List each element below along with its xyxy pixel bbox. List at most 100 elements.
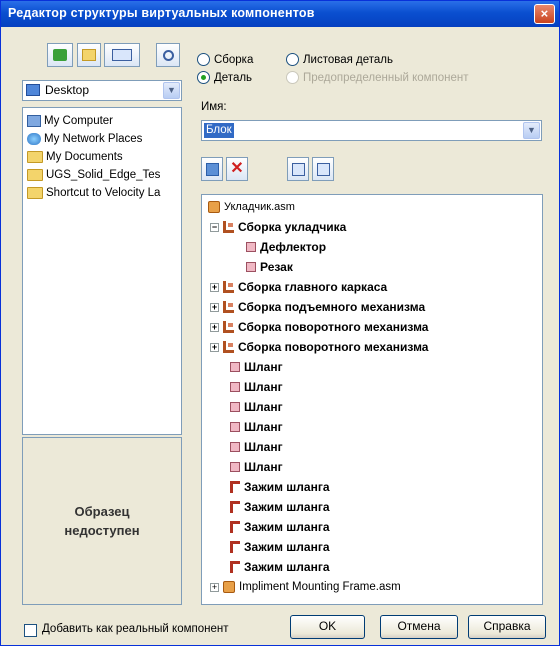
expand-icon[interactable]: + <box>210 342 219 352</box>
part-icon <box>230 422 240 432</box>
part-icon <box>230 382 240 392</box>
back-arrow-icon <box>53 49 67 61</box>
part-icon <box>230 462 240 472</box>
name-value: Блок <box>204 123 234 138</box>
part-icon <box>230 402 240 412</box>
tree-node[interactable]: + Сборка главного каркаса <box>210 277 387 297</box>
add-as-real-label: Добавить как реальный компонент <box>42 623 229 635</box>
clamp-icon <box>230 521 240 533</box>
view-menu-button[interactable] <box>104 43 140 67</box>
move-up-icon <box>291 162 305 176</box>
assembly-icon <box>223 581 235 593</box>
radio-indicator <box>197 53 210 66</box>
add-node-button[interactable] <box>201 157 223 181</box>
close-button[interactable]: × <box>534 4 555 24</box>
shortcut-folder-icon <box>27 187 43 199</box>
clamp-icon <box>230 561 240 573</box>
location-combo[interactable]: Desktop ▼ <box>22 80 182 101</box>
expand-icon[interactable]: + <box>210 302 219 312</box>
clamp-icon <box>230 501 240 513</box>
list-item[interactable]: Shortcut to Velocity La <box>27 184 160 202</box>
list-item[interactable]: UGS_Solid_Edge_Tes <box>27 166 160 184</box>
title-bar: Редактор структуры виртуальных компонент… <box>1 1 559 27</box>
collapse-icon[interactable]: − <box>210 222 219 232</box>
tree-node[interactable]: + Сборка поворотного механизма <box>210 317 428 337</box>
up-folder-button[interactable] <box>77 43 101 67</box>
tree-node[interactable]: Шланг <box>230 457 283 477</box>
view-list-icon <box>112 49 132 61</box>
add-as-real-checkbox[interactable] <box>24 624 37 637</box>
dialog-window: Редактор структуры виртуальных компонент… <box>0 0 560 646</box>
subassembly-icon <box>223 221 234 233</box>
dialog-title: Редактор структуры виртуальных компонент… <box>8 6 315 20</box>
part-icon <box>230 442 240 452</box>
preview-panel: Образец недоступен <box>22 437 182 605</box>
list-item[interactable]: My Computer <box>27 112 113 130</box>
help-button[interactable]: Справка <box>468 615 546 639</box>
delete-button[interactable]: ✕ <box>226 157 248 181</box>
part-icon <box>246 242 256 252</box>
tree-node[interactable]: Зажим шланга <box>230 477 330 497</box>
assembly-icon <box>208 201 220 213</box>
delete-icon: ✕ <box>230 160 244 177</box>
tree-node[interactable]: Зажим шланга <box>230 497 330 517</box>
desktop-icon <box>26 84 40 96</box>
clamp-icon <box>230 481 240 493</box>
folder-list[interactable]: My Computer My Network Places My Documen… <box>22 107 182 435</box>
move-down-button[interactable] <box>312 157 334 181</box>
folder-icon <box>27 169 43 181</box>
documents-folder-icon <box>27 151 43 163</box>
clamp-icon <box>230 541 240 553</box>
tree-node[interactable]: + Сборка поворотного механизма <box>210 337 428 357</box>
tree-node[interactable]: Шланг <box>230 417 283 437</box>
move-down-icon <box>316 162 330 176</box>
location-value: Desktop <box>45 83 90 97</box>
chevron-down-icon[interactable]: ▼ <box>523 122 540 139</box>
network-icon <box>27 133 41 145</box>
preview-line-1: Образец <box>74 504 130 519</box>
tree-node[interactable]: Дефлектор <box>246 237 326 257</box>
tree-node[interactable]: Шланг <box>230 377 283 397</box>
back-button[interactable] <box>47 43 73 67</box>
subassembly-icon <box>223 301 234 313</box>
structure-tree[interactable]: Укладчик.asm − Сборка укладчика Дефлекто… <box>201 194 543 605</box>
computer-icon <box>27 115 41 127</box>
add-node-icon <box>205 162 219 176</box>
expand-icon[interactable]: + <box>210 582 219 592</box>
expand-icon[interactable]: + <box>210 282 219 292</box>
tree-node[interactable]: Шланг <box>230 357 283 377</box>
tree-node[interactable]: + Сборка подъемного механизма <box>210 297 425 317</box>
subassembly-icon <box>223 341 234 353</box>
tree-node[interactable]: Зажим шланга <box>230 537 330 557</box>
radio-assembly[interactable]: Сборка <box>197 53 253 66</box>
radio-indicator <box>286 53 299 66</box>
list-item[interactable]: My Documents <box>27 148 123 166</box>
radio-sheet-part[interactable]: Листовая деталь <box>286 53 393 66</box>
ok-button[interactable]: OK <box>290 615 365 639</box>
search-button[interactable] <box>156 43 180 67</box>
name-combo[interactable]: Блок ▼ <box>201 120 542 141</box>
tree-node[interactable]: Шланг <box>230 397 283 417</box>
tree-node[interactable]: Шланг <box>230 437 283 457</box>
radio-predefined: Предопределенный компонент <box>286 71 469 84</box>
radio-indicator <box>286 71 299 84</box>
move-up-button[interactable] <box>287 157 309 181</box>
tree-node[interactable]: + Impliment Mounting Frame.asm <box>210 577 401 597</box>
radio-part[interactable]: Деталь <box>197 71 252 84</box>
radio-indicator <box>197 71 210 84</box>
part-icon <box>230 362 240 372</box>
name-label: Имя: <box>201 101 227 113</box>
up-folder-icon <box>82 49 96 61</box>
chevron-down-icon[interactable]: ▼ <box>163 82 180 99</box>
tree-node[interactable]: Резак <box>246 257 293 277</box>
search-icon <box>162 49 174 61</box>
list-item[interactable]: My Network Places <box>27 130 142 148</box>
cancel-button[interactable]: Отмена <box>380 615 458 639</box>
tree-node[interactable]: Зажим шланга <box>230 517 330 537</box>
tree-root[interactable]: Укладчик.asm <box>208 197 295 217</box>
preview-line-2: недоступен <box>64 523 140 538</box>
tree-node[interactable]: Зажим шланга <box>230 557 330 577</box>
subassembly-icon <box>223 281 234 293</box>
expand-icon[interactable]: + <box>210 322 219 332</box>
tree-node[interactable]: − Сборка укладчика <box>210 217 346 237</box>
